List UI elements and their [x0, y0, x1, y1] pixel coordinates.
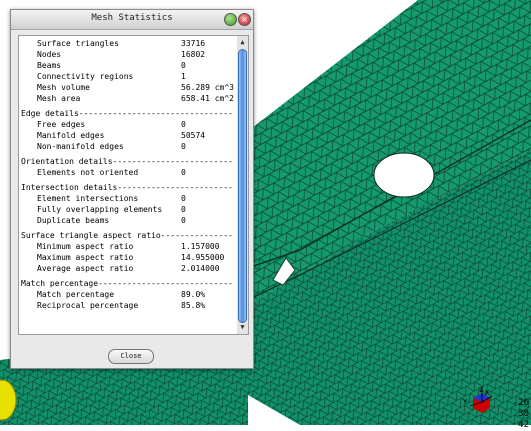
stat-value: 0 — [181, 61, 186, 70]
mesh-statistics-dialog: Mesh Statistics × Surface triangles 33716… — [10, 9, 254, 369]
section-header: Intersection details--------------------… — [21, 183, 233, 192]
stat-label: Free edges — [37, 120, 86, 129]
stat-label: Manifold edges — [37, 131, 105, 140]
stat-value: 0 — [181, 120, 186, 129]
stat-label: Elements not oriented — [37, 168, 139, 177]
stat-value: 0 — [181, 194, 186, 203]
stat-label: Minimum aspect ratio — [37, 242, 134, 251]
coord-readout-3: 42 — [518, 420, 529, 430]
stat-label: Maximum aspect ratio — [37, 253, 134, 262]
stat-row: Non-manifold edges 0 — [19, 141, 238, 152]
stat-row: Elements not oriented 0 — [19, 167, 238, 178]
mesh-hole — [373, 152, 435, 198]
close-icon: × — [241, 15, 248, 24]
statistics-panel: Surface triangles 33716 Nodes 16802 Beams 0 Co… — [18, 35, 239, 335]
dialog-titlebar[interactable]: Mesh Statistics × — [11, 10, 253, 30]
section-header: Edge details----------------------------… — [21, 109, 233, 118]
stat-label: Fully overlapping elements — [37, 205, 163, 214]
maximize-button[interactable] — [224, 13, 237, 26]
stat-row: Match percentage 89.0% — [19, 289, 238, 300]
stat-row: Mesh volume 56.289 cm^3 — [19, 82, 238, 93]
stat-row: Maximum aspect ratio 14.955000 — [19, 252, 238, 263]
stat-value: 56.289 cm^3 — [181, 83, 234, 92]
stat-row: Beams 0 — [19, 60, 238, 71]
section-header: Orientation details---------------------… — [21, 157, 233, 166]
stat-label: Duplicate beams — [37, 216, 110, 225]
scroll-up-icon[interactable]: ▲ — [237, 38, 248, 47]
stat-row: Mesh area 658.41 cm^2 — [19, 93, 238, 104]
stat-row: Surface triangles 33716 — [19, 38, 238, 49]
stat-label: Match percentage — [37, 290, 115, 299]
stat-row: Manifold edges 50574 — [19, 130, 238, 141]
stat-label: Nodes — [37, 50, 62, 59]
stat-row: Element intersections 0 — [19, 193, 238, 204]
stat-label: Surface triangles — [37, 39, 119, 48]
stat-value: 0 — [181, 142, 186, 151]
stat-row: Reciprocal percentage 85.8% — [19, 300, 238, 311]
stat-value: 85.8% — [181, 301, 206, 310]
stat-value: 1 — [181, 72, 186, 81]
close-window-button[interactable]: × — [238, 13, 251, 26]
coord-readout-2: 38 — [518, 409, 529, 419]
stat-label: Connectivity regions — [37, 72, 134, 81]
stat-value: 0 — [181, 168, 186, 177]
stat-row: Duplicate beams 0 — [19, 215, 238, 226]
stat-label: Reciprocal percentage — [37, 301, 139, 310]
stat-value: 14.955000 — [181, 253, 225, 262]
stat-row: Connectivity regions 1 — [19, 71, 238, 82]
scroll-down-icon[interactable]: ▼ — [237, 323, 248, 332]
stat-row: Free edges 0 — [19, 119, 238, 130]
stat-label: Average aspect ratio — [37, 264, 134, 273]
stat-label: Non-manifold edges — [37, 142, 124, 151]
stat-value: 2.014000 — [181, 264, 220, 273]
stat-value: 0 — [181, 216, 186, 225]
stat-value: 1.157000 — [181, 242, 220, 251]
dialog-title: Mesh Statistics — [91, 13, 173, 23]
close-button[interactable]: Close — [108, 349, 154, 364]
stat-row: Minimum aspect ratio 1.157000 — [19, 241, 238, 252]
stat-label: Element intersections — [37, 194, 139, 203]
stat-row: Nodes 16802 — [19, 49, 238, 60]
stat-label: Mesh volume — [37, 83, 90, 92]
stat-label: Beams — [37, 61, 62, 70]
scroll-thumb[interactable] — [238, 49, 247, 323]
stat-value: 16802 — [181, 50, 206, 59]
scrollbar[interactable]: ▲ ▼ — [237, 35, 249, 335]
stat-value: 50574 — [181, 131, 206, 140]
section-header: Match percentage------------------------… — [21, 279, 233, 288]
stat-value: 658.41 cm^2 — [181, 94, 234, 103]
section-header: Surface triangle aspect ratio-----------… — [21, 231, 233, 240]
coord-readout-1: -26 — [512, 398, 529, 408]
triad-z-label: Z — [479, 386, 483, 394]
stat-value: 0 — [181, 205, 186, 214]
stat-label: Mesh area — [37, 94, 81, 103]
stat-row: Average aspect ratio 2.014000 — [19, 263, 238, 274]
stat-value: 33716 — [181, 39, 206, 48]
stat-value: 89.0% — [181, 290, 206, 299]
stat-row: Fully overlapping elements 0 — [19, 204, 238, 215]
